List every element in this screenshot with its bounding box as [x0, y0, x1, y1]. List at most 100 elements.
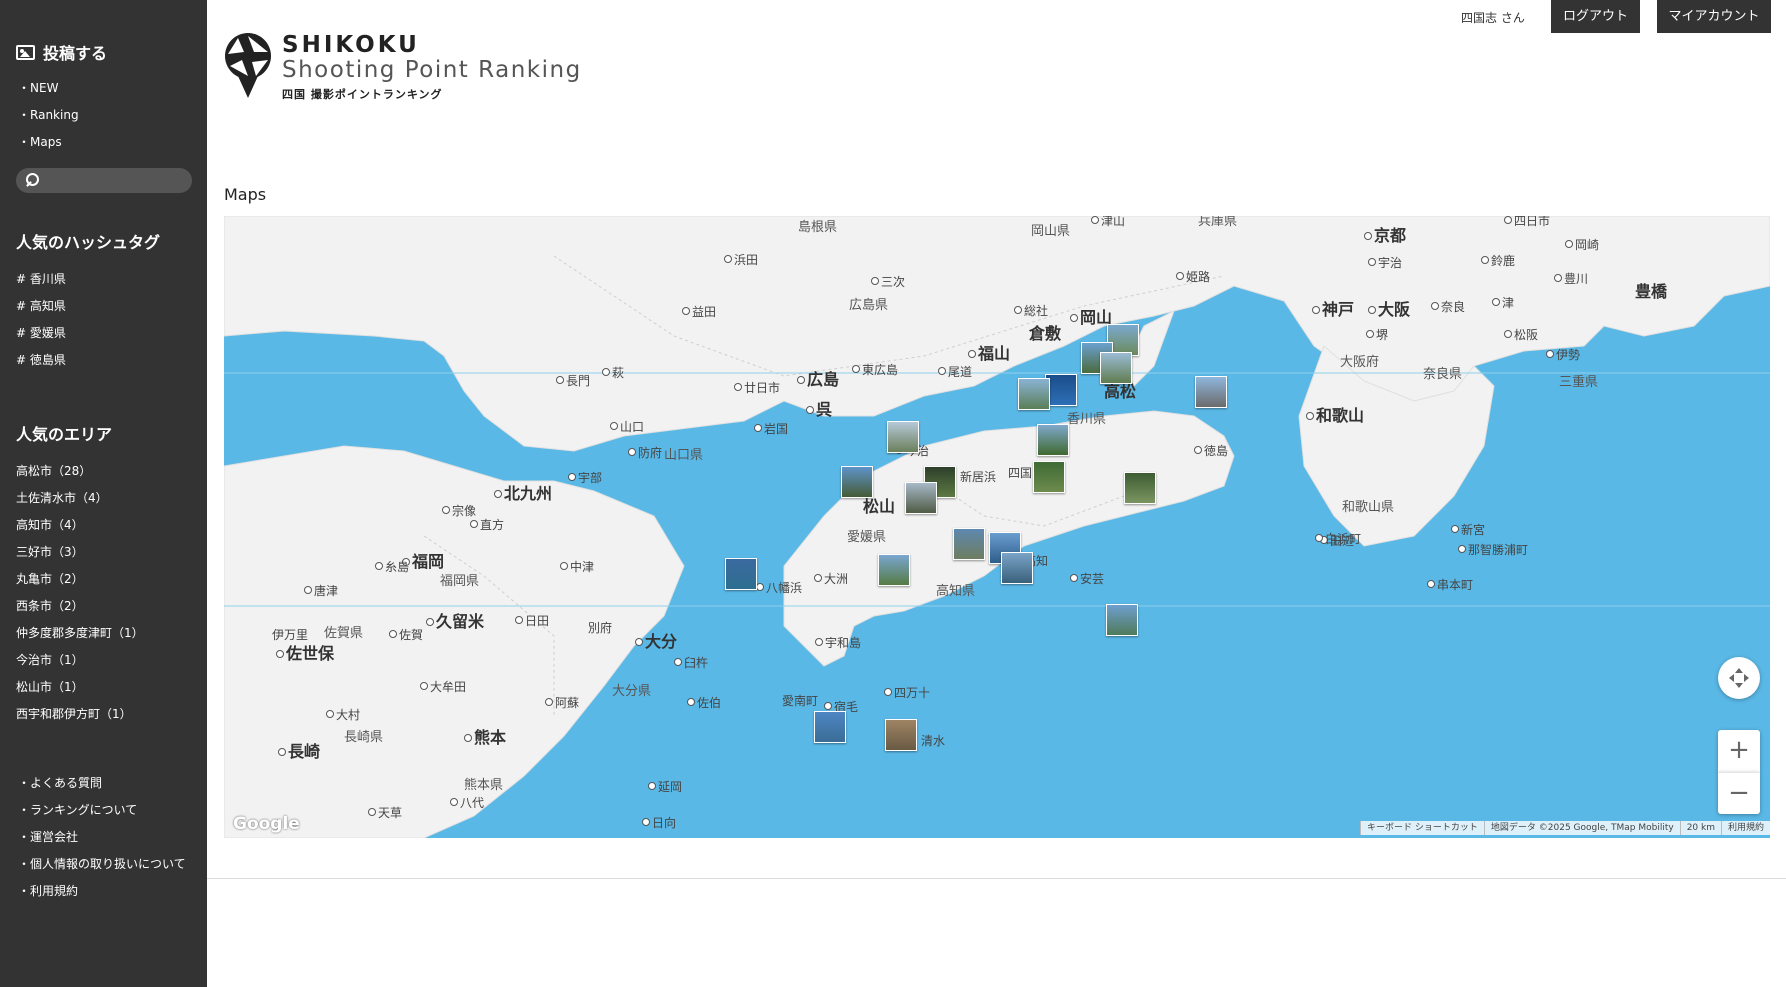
map-label: 徳島 — [1194, 442, 1228, 459]
footer-link-privacy[interactable]: 個人情報の取り扱いについて — [18, 855, 186, 882]
nav-item-ranking[interactable]: Ranking — [18, 106, 79, 133]
photo-marker[interactable] — [1001, 552, 1033, 584]
footer-link-company[interactable]: 運営会社 — [18, 828, 186, 855]
photo-marker[interactable] — [725, 558, 757, 590]
map-label: 長崎 — [278, 738, 320, 762]
photo-marker[interactable] — [1106, 604, 1138, 636]
map-label: 佐賀県 — [324, 626, 364, 641]
footer-link-terms[interactable]: 利用規約 — [18, 882, 186, 909]
map-label: 松阪 — [1504, 326, 1538, 343]
hashtag-item[interactable]: # 愛媛県 — [16, 324, 66, 351]
post-label: 投稿する — [43, 44, 108, 63]
map-label: 佐伯 — [687, 694, 721, 711]
area-item[interactable]: 西宇和郡伊方町（1） — [16, 705, 144, 732]
area-item[interactable]: 三好市（3） — [16, 543, 144, 570]
map-scale[interactable]: 20 km — [1679, 821, 1721, 835]
area-item[interactable]: 仲多度郡多度津町（1） — [16, 624, 144, 651]
footer-divider — [207, 878, 1786, 879]
area-item[interactable]: 今治市（1） — [16, 651, 144, 678]
my-account-button[interactable]: マイアカウント — [1657, 0, 1771, 33]
photo-marker[interactable] — [1100, 352, 1132, 384]
area-item[interactable]: 松山市（1） — [16, 678, 144, 705]
plus-icon: + — [1728, 735, 1750, 765]
map-label: 串本町 — [1427, 576, 1473, 593]
photo-marker[interactable] — [1195, 376, 1227, 408]
map-label: 岩国 — [754, 420, 788, 437]
map-label: 白浜町 — [1315, 530, 1361, 547]
area-item[interactable]: 西条市（2） — [16, 597, 144, 624]
map-label: 広島県 — [849, 298, 889, 313]
map-label: 和歌山県 — [1342, 500, 1395, 515]
hashtag-list: # 香川県 # 高知県 # 愛媛県 # 徳島県 — [16, 270, 66, 378]
map-label: 奈良県 — [1423, 367, 1463, 382]
photo-marker[interactable] — [953, 528, 985, 560]
nav-item-new[interactable]: NEW — [18, 79, 79, 106]
logo-title: SHIKOKU — [282, 32, 420, 58]
page-title: Maps — [224, 185, 267, 204]
map-label: 奈良 — [1431, 298, 1465, 315]
map-label: 大阪 — [1368, 296, 1410, 320]
hashtag-title: 人気のハッシュタグ — [16, 233, 161, 252]
logout-button[interactable]: ログアウト — [1551, 0, 1640, 33]
zoom-in-button[interactable]: + — [1718, 730, 1760, 772]
map-label: 那智勝浦町 — [1458, 541, 1528, 558]
hashtag-item[interactable]: # 高知県 — [16, 297, 66, 324]
photo-marker[interactable] — [885, 719, 917, 751]
photo-marker[interactable] — [887, 421, 919, 453]
area-item[interactable]: 高知市（4） — [16, 516, 144, 543]
map-label: 愛南町 — [782, 694, 819, 708]
sidebar: 投稿する NEW Ranking Maps 人気のハッシュタグ # 香川県 # … — [0, 0, 207, 987]
map-terms-link[interactable]: 利用規約 — [1720, 821, 1770, 835]
map-label: 三次 — [871, 273, 905, 290]
photo-marker[interactable] — [905, 482, 937, 514]
post-link[interactable]: 投稿する — [16, 40, 107, 64]
hashtag-item[interactable]: # 香川県 — [16, 270, 66, 297]
photo-marker[interactable] — [841, 466, 873, 498]
map-label: 岡山県 — [1031, 224, 1071, 239]
map-label: 中津 — [560, 558, 594, 575]
map-label: 糸島 — [375, 558, 409, 575]
map-label: 堺 — [1366, 326, 1388, 343]
area-item[interactable]: 土佐清水市（4） — [16, 489, 144, 516]
zoom-out-button[interactable]: − — [1718, 772, 1760, 814]
search-input[interactable] — [16, 168, 192, 193]
nav-item-maps[interactable]: Maps — [18, 133, 79, 160]
area-item[interactable]: 丸亀市（2） — [16, 570, 144, 597]
footer-links: よくある質問 ランキングについて 運営会社 個人情報の取り扱いについて 利用規約 — [18, 774, 186, 909]
photo-marker[interactable] — [1033, 461, 1065, 493]
map-label: 延岡 — [648, 778, 682, 795]
minus-icon: − — [1728, 778, 1750, 808]
area-item[interactable]: 高松市（28） — [16, 462, 144, 489]
map-label: 日向 — [642, 814, 676, 831]
map-label: 四万十 — [884, 684, 930, 701]
photo-marker[interactable] — [1037, 424, 1069, 456]
map-label: 広島 — [797, 366, 839, 390]
map-label: 四日市 — [1504, 216, 1550, 229]
photo-marker[interactable] — [814, 711, 846, 743]
map-label: 長門 — [556, 372, 590, 389]
map-label: 島根県 — [798, 220, 838, 235]
photo-marker[interactable] — [1124, 472, 1156, 504]
map-label: 防府 — [628, 444, 662, 461]
map-label: 高知県 — [936, 584, 976, 599]
logo-caption: 四国 撮影ポイントランキング — [282, 88, 443, 101]
map-label: 益田 — [682, 303, 716, 320]
hashtag-item[interactable]: # 徳島県 — [16, 351, 66, 378]
map-view[interactable]: 島根県 岡山県 津山 兵庫県 京都 四日市 岡崎 鈴鹿 浜田 三次 姫路 宇治 … — [224, 216, 1770, 838]
logo-subtitle: Shooting Point Ranking — [282, 57, 582, 83]
map-label: 呉 — [806, 396, 832, 420]
map-label: 津山 — [1091, 216, 1125, 229]
map-label: 京都 — [1364, 222, 1406, 246]
map-label: 大分 — [635, 628, 677, 652]
map-land — [224, 216, 1770, 838]
map-label: 香川県 — [1067, 412, 1107, 427]
camera-control-button[interactable] — [1718, 657, 1760, 699]
photo-marker[interactable] — [878, 554, 910, 586]
map-label: 佐世保 — [276, 640, 334, 664]
photo-marker[interactable] — [1018, 378, 1050, 410]
map-label: 津 — [1492, 294, 1514, 311]
keyboard-shortcuts-link[interactable]: キーボード ショートカット — [1360, 821, 1484, 835]
footer-link-about-ranking[interactable]: ランキングについて — [18, 801, 186, 828]
footer-link-faq[interactable]: よくある質問 — [18, 774, 186, 801]
map-label: 新居浜 — [960, 470, 997, 484]
